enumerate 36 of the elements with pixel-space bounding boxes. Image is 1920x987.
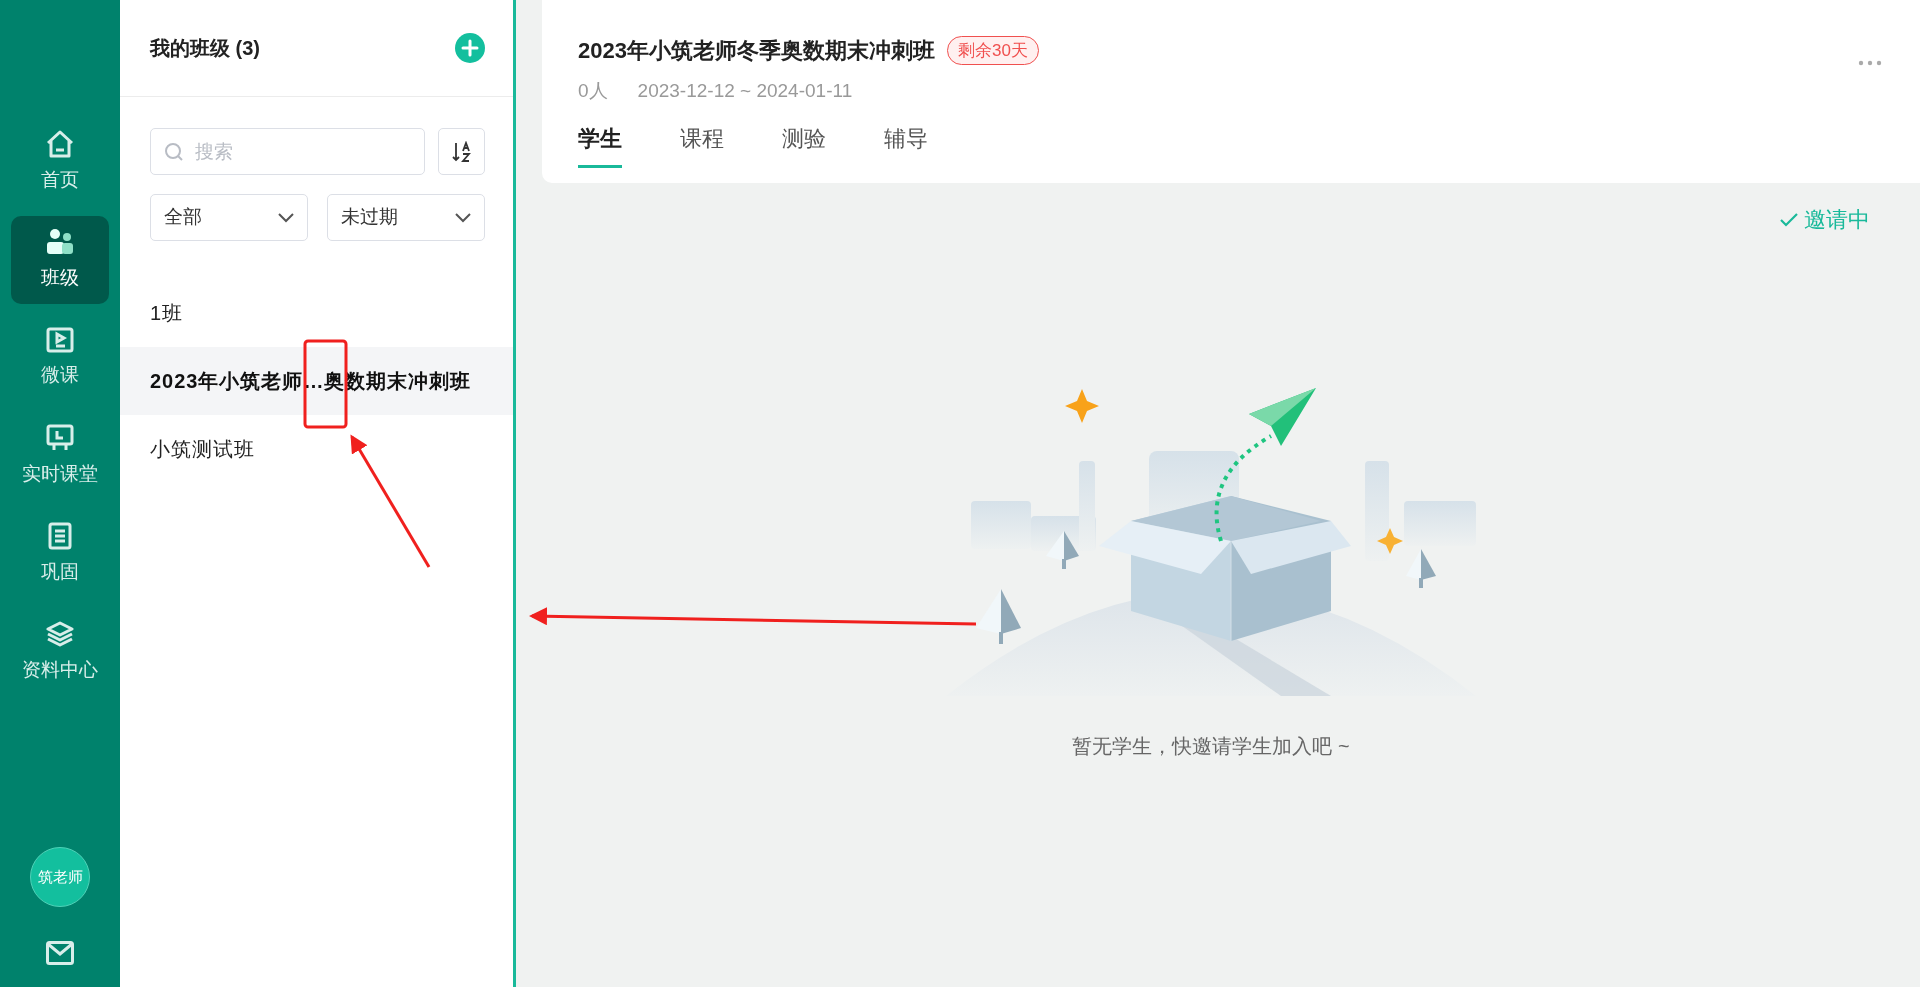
checkmark-icon [1780,212,1798,227]
sort-button[interactable] [438,128,485,175]
panel-title: 我的班级 (3) [150,36,260,61]
tab[interactable]: 辅导 [884,121,928,168]
student-count: 0人 [578,79,608,103]
tab[interactable]: 课程 [680,121,724,168]
search-icon [164,142,184,162]
notebook-icon [47,521,73,550]
class-list-item[interactable]: 1班 [120,279,513,347]
whiteboard-icon [46,423,74,452]
video-lesson-icon [46,326,74,353]
tab[interactable]: 学生 [578,121,622,168]
class-list-item[interactable]: 小筑测试班 [120,415,513,483]
filter-dropdown[interactable]: 全部 [150,194,308,241]
filter-dropdown[interactable]: 未过期 [327,194,485,241]
date-range: 2023-12-12 ~ 2024-01-11 [637,79,853,103]
more-icon[interactable] [1858,60,1882,66]
nav-item[interactable]: 微课 [11,314,109,402]
remaining-days-badge: 剩余30天 [946,35,1039,66]
search-field[interactable]: 搜索 [150,128,425,175]
nav-item[interactable]: 实时课堂 [11,412,109,500]
add-icon[interactable] [455,33,485,63]
tab[interactable]: 测验 [782,121,826,168]
chevron-down-icon [278,212,294,223]
people-icon [45,227,75,256]
layers-icon [46,619,74,648]
nav-item[interactable]: 班级 [11,216,109,304]
empty-state-message: 暂无学生，快邀请学生加入吧 ~ [1072,734,1350,759]
sort-az-icon [450,140,473,163]
class-title: 2023年小筑老师冬季奥数期末冲刺班 [578,37,935,65]
nav-item[interactable]: 巩固 [11,510,109,598]
nav-item[interactable]: 资料中心 [11,608,109,696]
nav-item[interactable]: 首页 [11,118,109,206]
chevron-down-icon [455,212,471,223]
home-icon [45,129,75,158]
mail-icon[interactable] [46,941,74,965]
